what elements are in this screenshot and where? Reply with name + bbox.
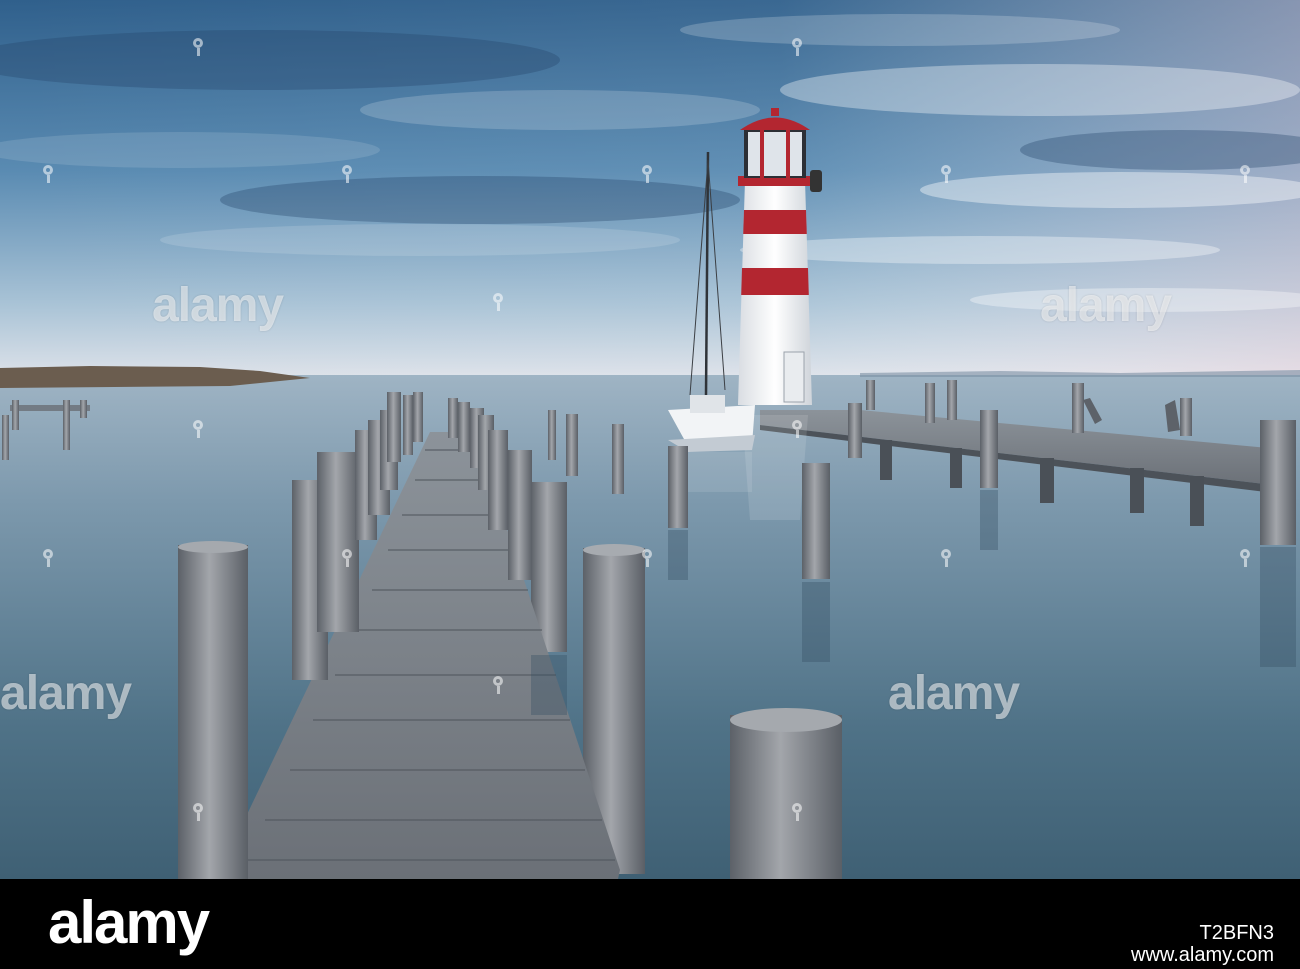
- watermark-pin-icon: [941, 165, 951, 183]
- watermark-pin-icon: [792, 38, 802, 56]
- watermark-pin-icon: [493, 676, 503, 694]
- image-id: T2BFN3: [1199, 922, 1274, 944]
- watermark-pin-icon: [642, 549, 652, 567]
- watermark-pin-icon: [792, 420, 802, 438]
- watermark-pin-icon: [342, 165, 352, 183]
- scene-illustration: [0, 0, 1300, 879]
- alamy-logo: alamy: [48, 889, 210, 956]
- watermark-pin-icon: [1240, 165, 1250, 183]
- footer-bar: alamy T2BFN3 www.alamy.com: [0, 879, 1300, 969]
- watermark-pin-icon: [642, 165, 652, 183]
- stock-photo-frame: alamy alamy alamy alamy alamy T2BFN3 www…: [0, 0, 1300, 969]
- watermark-pin-icon: [193, 420, 203, 438]
- watermark-pin-icon: [43, 549, 53, 567]
- watermark-pin-icon: [342, 549, 352, 567]
- watermark-pin-icon: [43, 165, 53, 183]
- watermark-pin-icon: [792, 803, 802, 821]
- watermark-pin-icon: [1240, 549, 1250, 567]
- watermark-pin-icon: [493, 293, 503, 311]
- watermark-pin-icon: [193, 38, 203, 56]
- lighthouse-lake-photo: alamy alamy alamy alamy: [0, 0, 1300, 879]
- watermark-pin-icon: [193, 803, 203, 821]
- watermark-pin-icon: [941, 549, 951, 567]
- site-url[interactable]: www.alamy.com: [1131, 945, 1274, 965]
